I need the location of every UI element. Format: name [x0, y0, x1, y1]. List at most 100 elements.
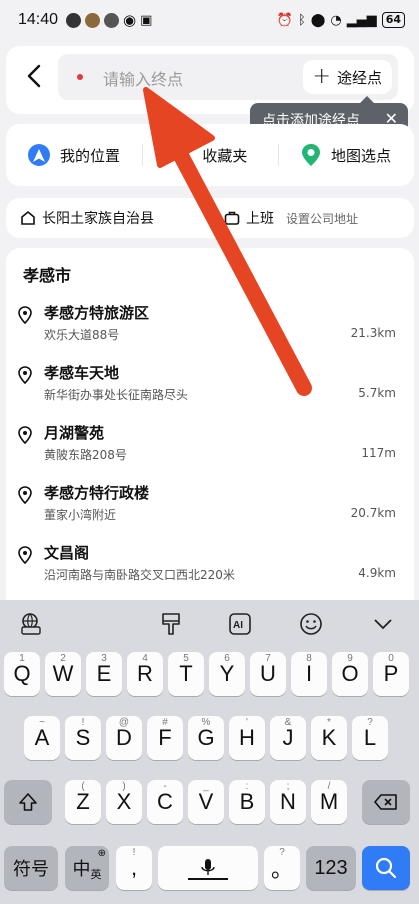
place-name: 孝感方特行政楼: [44, 484, 150, 502]
list-item[interactable]: 孝感方特行政楼 董家小湾附近 20.7km: [6, 480, 414, 540]
paintbrush-icon: [162, 613, 180, 635]
shift-icon: [19, 793, 37, 811]
location-pin-icon: [18, 426, 32, 448]
home-shortcut[interactable]: 长阳土家族自治县: [20, 208, 154, 228]
home-label: 长阳土家族自治县: [42, 211, 154, 227]
key-r[interactable]: 4R: [127, 652, 163, 696]
key-e[interactable]: 3E: [86, 652, 122, 696]
work-label: 上班: [246, 211, 274, 227]
battery-icon: 64: [381, 12, 405, 28]
symbols-key[interactable]: 符号: [4, 846, 58, 890]
location-pin-icon: [18, 366, 32, 388]
key-u[interactable]: 7U: [250, 652, 286, 696]
key-s[interactable]: ! S: [65, 716, 101, 760]
period-key[interactable]: ?。: [264, 846, 300, 890]
svg-text:AI: AI: [233, 620, 243, 631]
list-item[interactable]: 孝感车天地 新华街办事处长征南路尽头 5.7km: [6, 360, 414, 420]
key-b[interactable]: :B: [229, 780, 265, 824]
search-results: 孝感市 孝感方特旅游区 欢乐大道88号 21.3km 孝感车天地 新华街办事处长…: [6, 248, 414, 600]
destination-input[interactable]: 请输入终点 + 途经点: [58, 54, 398, 100]
list-item[interactable]: 孝感方特旅游区 欢乐大道88号 21.3km: [6, 300, 414, 360]
key-k[interactable]: * K: [311, 716, 347, 760]
place-name: 孝感车天地: [44, 364, 120, 382]
place-distance: 4.9km: [358, 566, 396, 580]
key-a[interactable]: ~ A: [24, 716, 60, 760]
key-i[interactable]: 8I: [291, 652, 327, 696]
ai-writing-button[interactable]: AI: [226, 610, 256, 638]
key-z[interactable]: (Z: [65, 780, 101, 824]
keyboard-settings-button[interactable]: [16, 610, 46, 638]
numbers-key[interactable]: 123: [306, 846, 356, 890]
place-name: 孝感方特旅游区: [44, 304, 150, 322]
key-h[interactable]: ' H: [229, 716, 265, 760]
work-subtitle: 设置公司地址: [286, 211, 359, 226]
list-item[interactable]: 文昌阁 沿河南路与南卧路交叉口西北220米 4.9km: [6, 540, 414, 600]
map-select-label: 地图选点: [330, 146, 391, 165]
search-key[interactable]: [362, 846, 410, 890]
space-bar-line: [188, 878, 228, 880]
plus-icon: +: [312, 64, 331, 89]
signal-icon: ▂▄▆: [346, 12, 377, 28]
my-location-option[interactable]: 我的位置: [6, 124, 142, 186]
favorites-option[interactable]: ★ 收藏夹: [142, 124, 278, 186]
key-w[interactable]: 2W: [45, 652, 81, 696]
back-button[interactable]: [20, 60, 48, 92]
bluetooth-icon: ᛒ: [297, 12, 306, 28]
key-g[interactable]: % G: [188, 716, 224, 760]
key-y[interactable]: 6Y: [209, 652, 245, 696]
key-m[interactable]: / M: [311, 780, 347, 824]
eye-icon: ◉: [123, 11, 137, 29]
nfc-icon: ▣: [140, 12, 153, 28]
key-v[interactable]: _ V: [188, 780, 224, 824]
theme-button[interactable]: [156, 610, 186, 638]
destination-placeholder: 请输入终点: [103, 70, 184, 89]
ai-pen-icon: AI: [229, 613, 251, 635]
place-distance: 20.7km: [350, 506, 396, 520]
quick-options: 我的位置 ★ 收藏夹 地图选点: [6, 124, 414, 186]
key-q[interactable]: 1Q: [4, 652, 40, 696]
chevron-down-icon: [374, 619, 392, 630]
backspace-key[interactable]: [362, 780, 410, 824]
map-select-option[interactable]: 地图选点: [278, 124, 414, 186]
place-name: 文昌阁: [44, 544, 90, 562]
key-x[interactable]: ) X: [106, 780, 142, 824]
key-n[interactable]: ; N: [270, 780, 306, 824]
place-name: 月湖警苑: [44, 424, 105, 442]
backspace-icon: [374, 794, 397, 810]
my-location-label: 我的位置: [59, 146, 120, 165]
chevron-left-icon: [27, 64, 41, 88]
space-key[interactable]: [158, 846, 258, 890]
emoji-icon: [300, 613, 322, 635]
key-p[interactable]: 0P: [373, 652, 409, 696]
location-icon: ⬤: [310, 12, 326, 28]
app-notification-icon-3: [104, 12, 120, 28]
microphone-icon: [201, 859, 215, 875]
key-o[interactable]: 9O: [332, 652, 368, 696]
key-c[interactable]: -C: [147, 780, 183, 824]
globe-keyboard-icon: [21, 613, 41, 635]
language-switch-key[interactable]: 中英 ⊕: [65, 846, 109, 890]
destination-dot-icon: [77, 74, 83, 80]
status-time: 14:40: [18, 11, 59, 28]
search-icon: [375, 857, 397, 879]
key-t[interactable]: 5T: [168, 652, 204, 696]
key-j[interactable]: & J: [270, 716, 306, 760]
key-l[interactable]: ? L: [352, 716, 388, 760]
work-shortcut[interactable]: 上班 设置公司地址: [224, 208, 358, 228]
list-item[interactable]: 月湖警苑 黄陂东路208号 117m: [6, 420, 414, 480]
shortcuts-card: 长阳土家族自治县 上班 设置公司地址: [6, 198, 414, 238]
comma-key[interactable]: !,: [116, 846, 152, 890]
key-f[interactable]: # F: [147, 716, 183, 760]
shift-key[interactable]: [4, 780, 52, 824]
place-address: 沿河南路与南卧路交叉口西北220米: [44, 568, 235, 582]
add-waypoint-button[interactable]: + 途经点: [302, 60, 392, 94]
star-icon: ★: [172, 142, 193, 168]
key-d[interactable]: @ D: [106, 716, 142, 760]
place-address: 董家小湾附近: [44, 508, 117, 522]
status-bar: 14:40 ◉ ▣ ⏰ ᛒ ⬤ ◔ ▂▄▆ 64: [0, 0, 419, 40]
location-pin-icon: [18, 306, 32, 328]
collapse-keyboard-button[interactable]: [368, 610, 398, 638]
location-pin-icon: [18, 486, 32, 508]
alarm-icon: ⏰: [276, 12, 293, 28]
emoji-button[interactable]: [296, 610, 326, 638]
